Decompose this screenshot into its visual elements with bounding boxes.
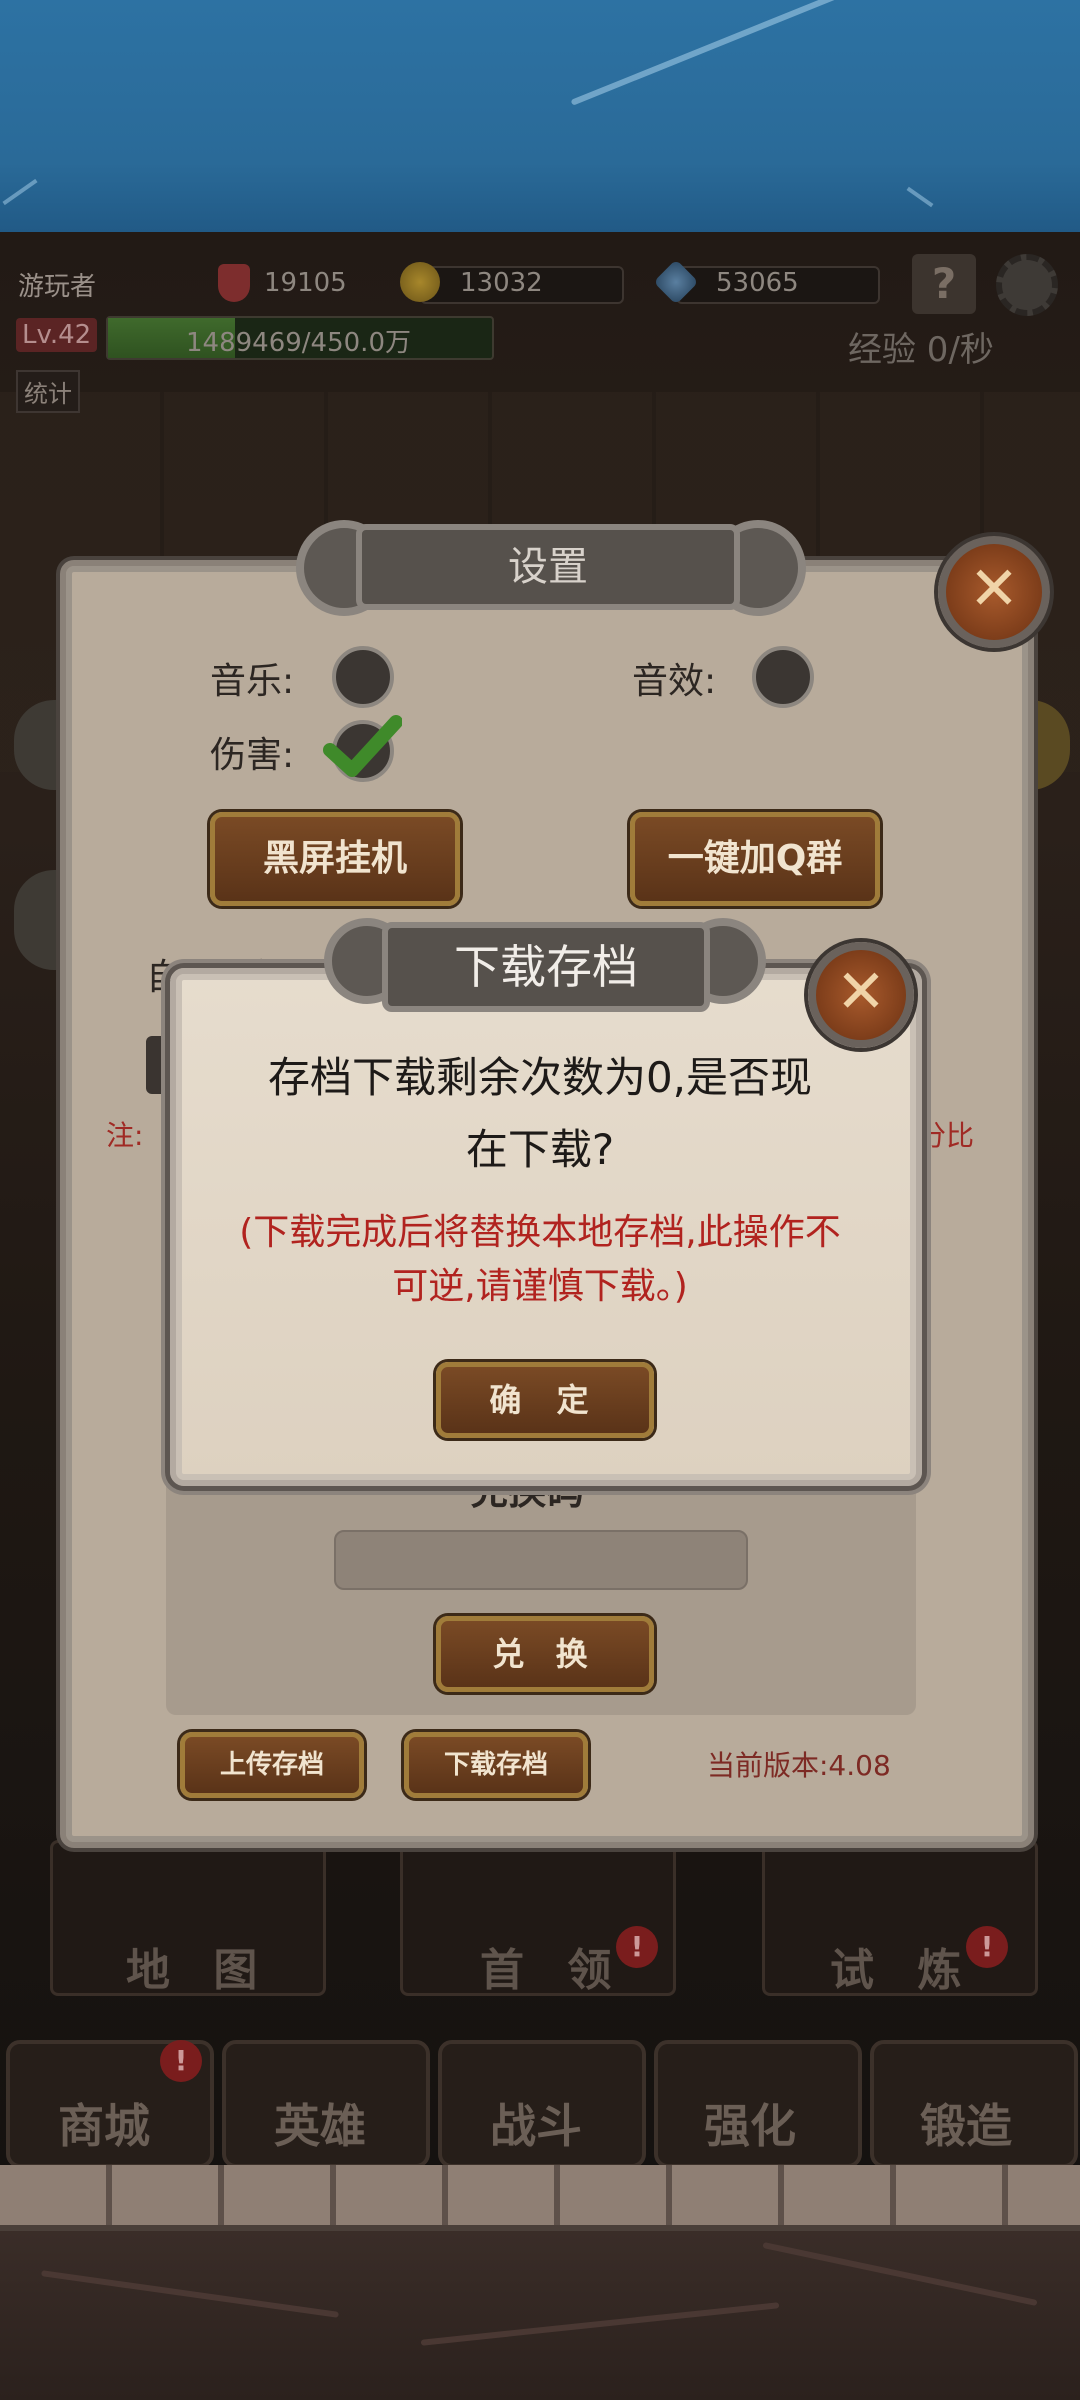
level-badge: Lv.42 — [16, 318, 98, 352]
sound-toggle[interactable] — [752, 646, 814, 708]
close-icon: ✕ — [968, 554, 1020, 624]
brick-row — [0, 2165, 1080, 2231]
damage-label: 伤害: — [210, 735, 295, 776]
download-save-button[interactable]: 下载存档 — [404, 1732, 588, 1798]
trial-tile-label: 试 炼 — [830, 1945, 976, 1996]
nav-battle-label: 战斗 — [490, 2099, 582, 2153]
settings-close-button[interactable]: ✕ — [938, 536, 1050, 648]
gold-value: 13032 — [460, 268, 543, 298]
sky-streak — [906, 186, 934, 208]
trial-alert-badge: ! — [966, 1926, 1008, 1968]
black-screen-idle-button[interactable]: 黑屏挂机 — [210, 812, 460, 906]
confirm-button[interactable]: 确 定 — [436, 1362, 654, 1438]
sky-background — [0, 0, 1080, 232]
root-vein — [762, 2241, 1038, 2307]
gold-coin-icon[interactable] — [400, 262, 440, 302]
music-label: 音乐: — [210, 661, 295, 702]
nav-shop-label: 商城 — [58, 2099, 150, 2153]
power-value: 19105 — [264, 268, 347, 298]
settings-title: 设置 — [356, 524, 740, 610]
nav-forge-label: 锻造 — [920, 2099, 1012, 2153]
close-icon: ✕ — [835, 957, 887, 1027]
map-tile-label: 地 图 — [126, 1945, 272, 1996]
download-warning-line1: (下载完成后将替换本地存档,此操作不 — [239, 1212, 841, 1253]
download-dialog-close-button[interactable]: ✕ — [808, 942, 914, 1048]
note-prefix: 注: — [106, 1119, 144, 1152]
shop-alert-badge: ! — [160, 2040, 202, 2082]
ground — [0, 2231, 1080, 2400]
download-warning: (下载完成后将替换本地存档,此操作不 可逆,请谨慎下载。) — [210, 1206, 870, 1314]
stats-button[interactable]: 统计 — [16, 370, 80, 413]
boss-tile-label: 首 领 — [480, 1945, 626, 1996]
nav-enhance-label: 强化 — [704, 2099, 796, 2153]
checkmark-icon — [323, 715, 402, 777]
upload-save-button[interactable]: 上传存档 — [180, 1732, 364, 1798]
version-label: 当前版本:4.08 — [707, 1749, 891, 1782]
stone-floor — [0, 2165, 1080, 2400]
sky-streak — [570, 0, 870, 106]
download-message-line1: 存档下载剩余次数为0,是否现 — [267, 1053, 813, 1102]
music-toggle[interactable] — [332, 646, 394, 708]
root-vein — [41, 2270, 339, 2318]
download-message: 存档下载剩余次数为0,是否现 在下载? — [198, 1042, 882, 1186]
note-suffix: 分比 — [918, 1119, 975, 1152]
help-book-icon[interactable]: ? — [912, 254, 976, 314]
redeem-code-input[interactable] — [334, 1530, 748, 1590]
redeem-button[interactable]: 兑 换 — [436, 1616, 654, 1692]
shield-icon — [218, 264, 250, 302]
nav-heroes-label: 英雄 — [274, 2099, 366, 2153]
download-warning-line2: 可逆,请谨慎下载。) — [392, 1266, 688, 1307]
boss-alert-badge: ! — [616, 1926, 658, 1968]
root-vein — [420, 2302, 780, 2346]
gear-icon[interactable] — [996, 254, 1058, 316]
download-message-line2: 在下载? — [465, 1125, 615, 1174]
download-dialog-title: 下载存档 — [382, 922, 710, 1012]
player-name: 游玩者 — [18, 272, 97, 302]
exp-rate: 经验 0/秒 — [848, 330, 994, 370]
join-qq-group-button[interactable]: 一键加Q群 — [630, 812, 880, 906]
sound-label: 音效: — [632, 661, 717, 702]
diamond-value: 53065 — [716, 268, 799, 298]
sky-streak — [2, 178, 38, 206]
exp-value: 1489469/450.0万 — [186, 328, 411, 358]
